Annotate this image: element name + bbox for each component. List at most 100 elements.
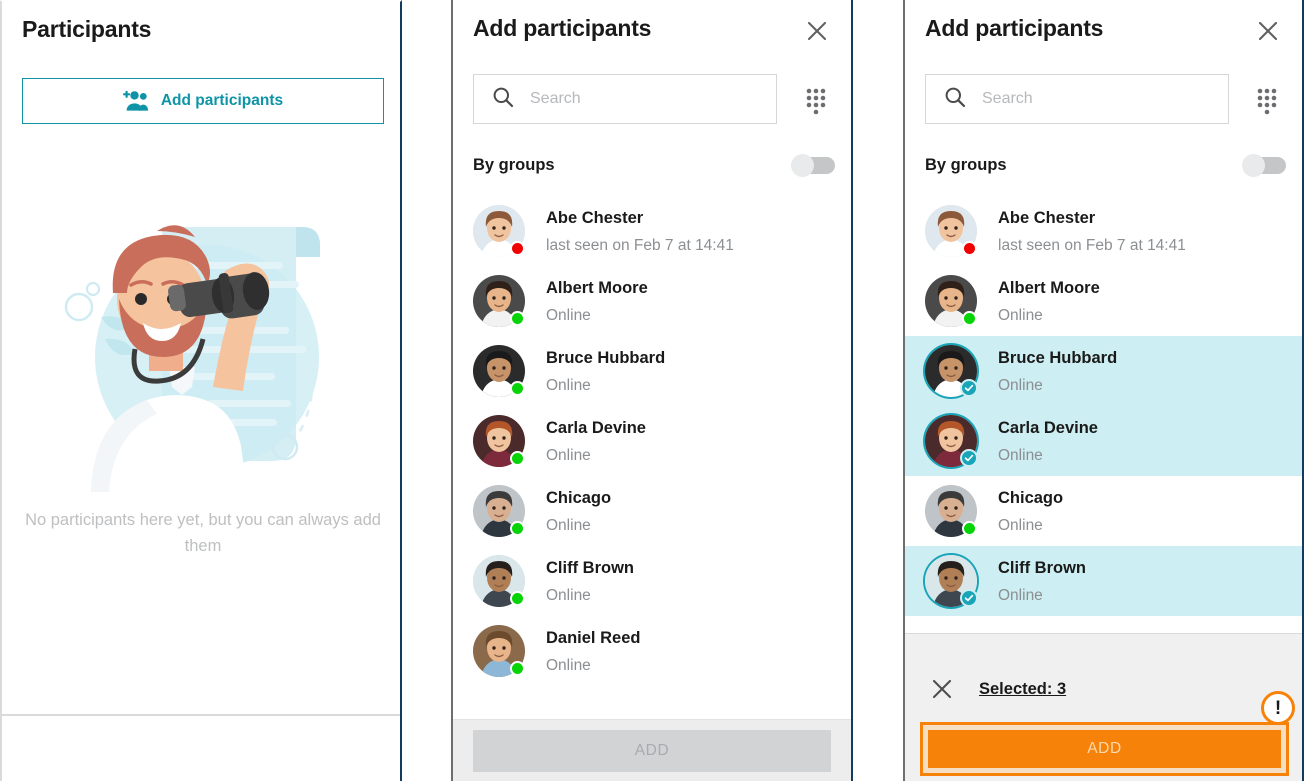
list-item-text: Albert Moore Online — [546, 277, 648, 326]
dialog-footer-selected: Selected: 3 ADD — [905, 633, 1302, 781]
participant-name: Bruce Hubbard — [546, 348, 666, 367]
search-row — [925, 74, 1286, 124]
search-row — [473, 74, 835, 124]
presence-dot-online — [510, 381, 525, 396]
list-item[interactable]: Abe Chester last seen on Feb 7 at 14:41 — [905, 196, 1302, 266]
search-box[interactable] — [925, 74, 1229, 124]
list-item[interactable]: Carla Devine Online — [905, 406, 1302, 476]
list-item-text: Cliff Brown Online — [546, 557, 634, 606]
list-item[interactable]: Carla Devine Online — [453, 406, 851, 476]
search-icon — [944, 86, 966, 113]
check-icon — [960, 589, 978, 607]
dialpad-icon[interactable] — [802, 85, 830, 115]
presence-dot-offline — [962, 241, 977, 256]
avatar — [925, 205, 977, 257]
list-item-text: Carla Devine Online — [998, 417, 1098, 466]
list-item-text: Carla Devine Online — [546, 417, 646, 466]
list-item[interactable]: Cliff Brown Online — [453, 546, 851, 616]
list-item[interactable]: Albert Moore Online — [905, 266, 1302, 336]
by-groups-row: By groups — [473, 150, 835, 180]
empty-state-text: No participants here yet, but you can al… — [25, 511, 381, 555]
by-groups-toggle[interactable] — [1242, 153, 1286, 177]
list-item-text: Bruce Hubbard Online — [998, 347, 1117, 396]
close-icon[interactable] — [1254, 17, 1282, 45]
by-groups-toggle[interactable] — [791, 153, 835, 177]
presence-dot-offline — [510, 241, 525, 256]
avatar — [473, 415, 525, 467]
list-item-text: Chicago Online — [998, 487, 1063, 536]
participant-status: last seen on Feb 7 at 14:41 — [546, 236, 734, 254]
by-groups-row: By groups — [925, 150, 1286, 180]
list-item[interactable]: Abe Chester last seen on Feb 7 at 14:41 — [453, 196, 851, 266]
participant-name: Daniel Reed — [546, 628, 641, 647]
dialog-footer: ADD — [453, 719, 851, 781]
add-button[interactable]: ADD — [473, 730, 831, 772]
list-item[interactable]: Bruce Hubbard Online — [453, 336, 851, 406]
participant-name: Cliff Brown — [546, 558, 634, 577]
toggle-knob — [1242, 153, 1265, 177]
avatar — [925, 485, 977, 537]
presence-dot-online — [510, 661, 525, 676]
add-participants-dialog-selected: Add participants Search By groups Abe Ch… — [903, 0, 1304, 781]
add-participants-button[interactable]: Add participants — [22, 78, 384, 124]
participant-name: Abe Chester — [998, 208, 1096, 227]
participant-name: Abe Chester — [546, 208, 644, 227]
avatar — [473, 205, 525, 257]
add-participants-button-label: Add participants — [160, 92, 284, 109]
presence-dot-online — [962, 311, 977, 326]
participant-name: Albert Moore — [546, 278, 648, 297]
list-item[interactable]: Cliff Brown Online — [905, 546, 1302, 616]
participant-status: Online — [546, 446, 591, 464]
participant-name: Cliff Brown — [998, 558, 1086, 577]
selected-count-link[interactable]: Selected: 3 — [979, 680, 1066, 699]
by-groups-label: By groups — [473, 155, 555, 174]
avatar — [473, 345, 525, 397]
dialog-title: Add participants — [925, 15, 1104, 41]
search-box[interactable] — [473, 74, 777, 124]
participant-status: Online — [998, 446, 1043, 464]
participant-status: Online — [998, 516, 1043, 534]
avatar — [473, 625, 525, 677]
list-item-text: Bruce Hubbard Online — [546, 347, 665, 396]
list-item[interactable]: Bruce Hubbard Online — [905, 336, 1302, 406]
dialpad-icon[interactable] — [1253, 85, 1281, 115]
participant-status: Online — [546, 376, 591, 394]
participant-list[interactable]: Abe Chester last seen on Feb 7 at 14:41 Al… — [905, 196, 1302, 633]
avatar — [925, 555, 978, 607]
participant-name: Carla Devine — [546, 418, 646, 437]
close-icon[interactable] — [803, 17, 831, 45]
list-item-text: Abe Chester last seen on Feb 7 at 14:41 — [998, 207, 1186, 256]
search-input[interactable] — [982, 90, 1182, 108]
toggle-knob — [791, 153, 814, 177]
participant-status: Online — [546, 516, 591, 534]
check-icon — [960, 379, 978, 397]
add-button[interactable]: ADD — [928, 730, 1281, 768]
list-item[interactable]: Albert Moore Online — [453, 266, 851, 336]
participant-status: Online — [998, 586, 1043, 604]
list-item[interactable]: Chicago Online — [453, 476, 851, 546]
participant-name: Chicago — [546, 488, 612, 507]
participant-status: Online — [998, 306, 1043, 324]
list-item[interactable]: Chicago Online — [905, 476, 1302, 546]
participant-status: Online — [546, 586, 591, 604]
add-person-icon — [122, 90, 149, 112]
search-input[interactable] — [530, 90, 730, 108]
presence-dot-online — [510, 521, 525, 536]
search-icon — [492, 86, 514, 113]
participant-name: Bruce Hubbard — [998, 348, 1118, 367]
presence-dot-online — [510, 451, 525, 466]
presence-dot-online — [510, 311, 525, 326]
participants-panel-footer: START — [2, 716, 400, 781]
clear-selection-icon[interactable] — [931, 678, 953, 700]
participant-status: Online — [546, 656, 591, 674]
participants-panel-body: Participants Add participants No partici… — [0, 2, 400, 716]
participant-list[interactable]: Abe Chester last seen on Feb 7 at 14:41 Al… — [453, 196, 851, 719]
avatar — [473, 485, 525, 537]
list-item-text: Albert Moore Online — [998, 277, 1100, 326]
list-item-text: Daniel Reed Online — [546, 627, 640, 676]
list-item[interactable]: Daniel Reed Online — [453, 616, 851, 686]
page-title: Participants — [22, 16, 152, 42]
participant-name: Chicago — [998, 488, 1064, 507]
participant-name: Albert Moore — [998, 278, 1100, 297]
avatar — [925, 345, 978, 397]
